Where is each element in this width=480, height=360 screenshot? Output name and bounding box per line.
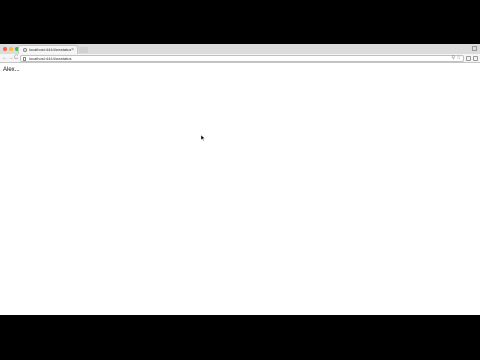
browser-window: localhost:4444/wxstatus × ← → C localhos… (0, 44, 480, 315)
tab-title: localhost:4444/wxstatus (29, 47, 71, 52)
new-tab-button[interactable] (79, 47, 88, 53)
address-bar[interactable]: localhost:4444/wxstatus ⚲ ☆ (20, 55, 464, 62)
letterbox-top (0, 0, 480, 44)
window-menu-icon[interactable] (472, 46, 477, 51)
page-favicon-icon (23, 48, 27, 52)
tab-strip: localhost:4444/wxstatus × (0, 44, 480, 54)
page-text: Alex... (3, 67, 20, 73)
address-bar-url: localhost:4444/wxstatus (29, 56, 72, 61)
reload-button[interactable]: C (14, 55, 18, 62)
bookmark-star-icon[interactable]: ☆ (457, 56, 461, 61)
page-content: Alex... (0, 63, 480, 315)
letterbox-bottom (0, 315, 480, 360)
close-window-icon[interactable] (3, 47, 7, 51)
menu-icon[interactable] (473, 56, 478, 61)
page-info-icon[interactable] (23, 57, 26, 61)
tab-close-icon[interactable]: × (71, 47, 74, 53)
browser-tab[interactable]: localhost:4444/wxstatus × (18, 45, 78, 54)
mouse-pointer-icon (201, 135, 206, 141)
browser-toolbar: ← → C localhost:4444/wxstatus ⚲ ☆ (0, 54, 480, 63)
minimize-window-icon[interactable] (9, 47, 13, 51)
search-icon[interactable]: ⚲ (451, 56, 455, 61)
extension-icon[interactable] (466, 56, 471, 61)
